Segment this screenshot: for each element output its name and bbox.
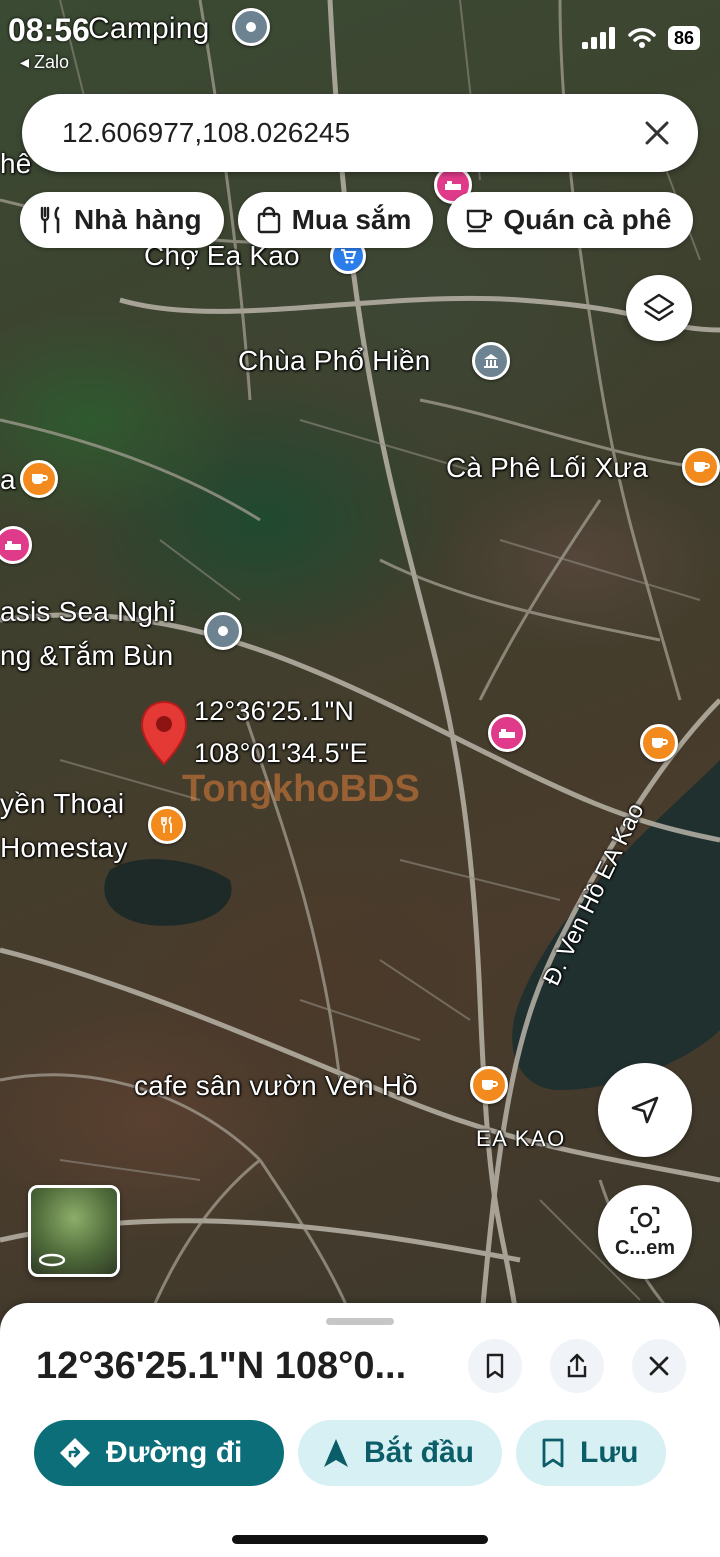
share-icon bbox=[567, 1353, 587, 1378]
map-label-coords-lng: 108°01'34.5"E bbox=[194, 738, 368, 768]
map-label-ca-phe-loi-xua[interactable]: Cà Phê Lối Xưa bbox=[446, 452, 648, 484]
save-button[interactable]: Lưu bbox=[516, 1420, 667, 1486]
directions-label: Đường đi bbox=[106, 1436, 243, 1469]
map-label-homestay-line1[interactable]: yền Thoại bbox=[0, 788, 124, 820]
category-chips: Nhà hàng Mua sắm Quán cà phê bbox=[20, 192, 694, 248]
chip-restaurant[interactable]: Nhà hàng bbox=[20, 192, 224, 248]
clear-search-icon[interactable] bbox=[640, 116, 674, 150]
coffee-cup-icon[interactable] bbox=[640, 724, 678, 762]
action-row: Đường đi Bắt đầu Lưu bbox=[34, 1420, 667, 1486]
restaurant-icon bbox=[40, 206, 60, 234]
home-indicator[interactable] bbox=[232, 1535, 488, 1544]
save-icon-button[interactable] bbox=[468, 1339, 522, 1393]
place-bottom-sheet[interactable]: 12°36'25.1"N 108°0... Đường đi Bắt đầu L… bbox=[0, 1303, 720, 1557]
restaurant-icon[interactable] bbox=[148, 806, 186, 844]
chip-label: Nhà hàng bbox=[74, 204, 202, 235]
lens-button[interactable]: C...em bbox=[598, 1185, 692, 1279]
start-label: Bắt đầu bbox=[364, 1436, 475, 1469]
navigation-arrow-icon bbox=[324, 1439, 348, 1467]
coffee-cup-icon[interactable] bbox=[682, 448, 720, 486]
watermark: TongkhoBDS bbox=[182, 768, 420, 810]
close-icon bbox=[649, 1356, 669, 1376]
coffee-cup-icon[interactable] bbox=[470, 1066, 508, 1104]
signal-icon bbox=[581, 27, 615, 49]
status-time: 08:56 bbox=[8, 12, 90, 48]
layers-button[interactable] bbox=[626, 275, 692, 341]
battery-indicator: 86 bbox=[667, 26, 700, 50]
map-label-oasis-line2[interactable]: ng &Tắm Bùn bbox=[0, 640, 173, 672]
place-title: 12°36'25.1"N 108°0... bbox=[36, 1345, 407, 1387]
map-label-partial-left: a bbox=[0, 464, 16, 495]
chip-coffee[interactable]: Quán cà phê bbox=[447, 192, 694, 248]
map-label-cafe-ven-ho[interactable]: cafe sân vườn Ven Hồ bbox=[134, 1070, 418, 1102]
coffee-icon bbox=[467, 209, 493, 233]
drag-handle[interactable] bbox=[326, 1318, 394, 1325]
back-to-app-link[interactable]: ◂ Zalo bbox=[20, 52, 69, 73]
lens-label: C...em bbox=[614, 1236, 676, 1259]
pond bbox=[104, 859, 232, 926]
hotel-icon[interactable] bbox=[488, 714, 526, 752]
layers-icon bbox=[643, 293, 675, 322]
map-label-area-ea-kao: EA KAO bbox=[476, 1126, 566, 1151]
close-sheet-button[interactable] bbox=[632, 1339, 686, 1393]
search-bar[interactable]: 12.606977,108.026245 bbox=[22, 94, 698, 172]
navigation-arrow-icon bbox=[631, 1096, 659, 1124]
map-label-coords-lat: 12°36'25.1"N bbox=[194, 696, 355, 726]
wifi-icon bbox=[628, 28, 656, 48]
map-label-homestay-line2[interactable]: Homestay bbox=[0, 832, 128, 864]
coffee-cup-icon[interactable] bbox=[20, 460, 58, 498]
chip-label: Mua sắm bbox=[291, 204, 412, 235]
share-button[interactable] bbox=[550, 1339, 604, 1393]
bookmark-icon bbox=[486, 1353, 504, 1379]
status-bar: 08:56 ◂ Zalo 86 bbox=[0, 0, 720, 80]
start-button[interactable]: Bắt đầu bbox=[298, 1420, 503, 1486]
rotate-360-icon bbox=[38, 1253, 66, 1267]
my-location-button[interactable] bbox=[598, 1063, 692, 1157]
chip-label: Quán cà phê bbox=[503, 204, 672, 235]
map-label-oasis-line1[interactable]: asis Sea Nghỉ bbox=[0, 596, 175, 628]
save-label: Lưu bbox=[580, 1436, 639, 1469]
directions-button[interactable]: Đường đi bbox=[34, 1420, 284, 1486]
map-label-chua-pho-hien[interactable]: Chùa Phổ Hiền bbox=[238, 345, 431, 377]
camera-search-icon bbox=[630, 1206, 660, 1233]
bookmark-icon bbox=[542, 1438, 564, 1468]
temple-icon[interactable] bbox=[472, 342, 510, 380]
chip-shopping[interactable]: Mua sắm bbox=[237, 192, 434, 248]
search-input[interactable]: 12.606977,108.026245 bbox=[62, 117, 640, 149]
dropped-pin-icon[interactable] bbox=[140, 700, 188, 766]
place-pin-icon[interactable] bbox=[204, 612, 242, 650]
directions-icon bbox=[60, 1438, 90, 1468]
street-view-thumbnail[interactable] bbox=[28, 1185, 120, 1277]
shopping-bag-icon bbox=[257, 206, 280, 234]
